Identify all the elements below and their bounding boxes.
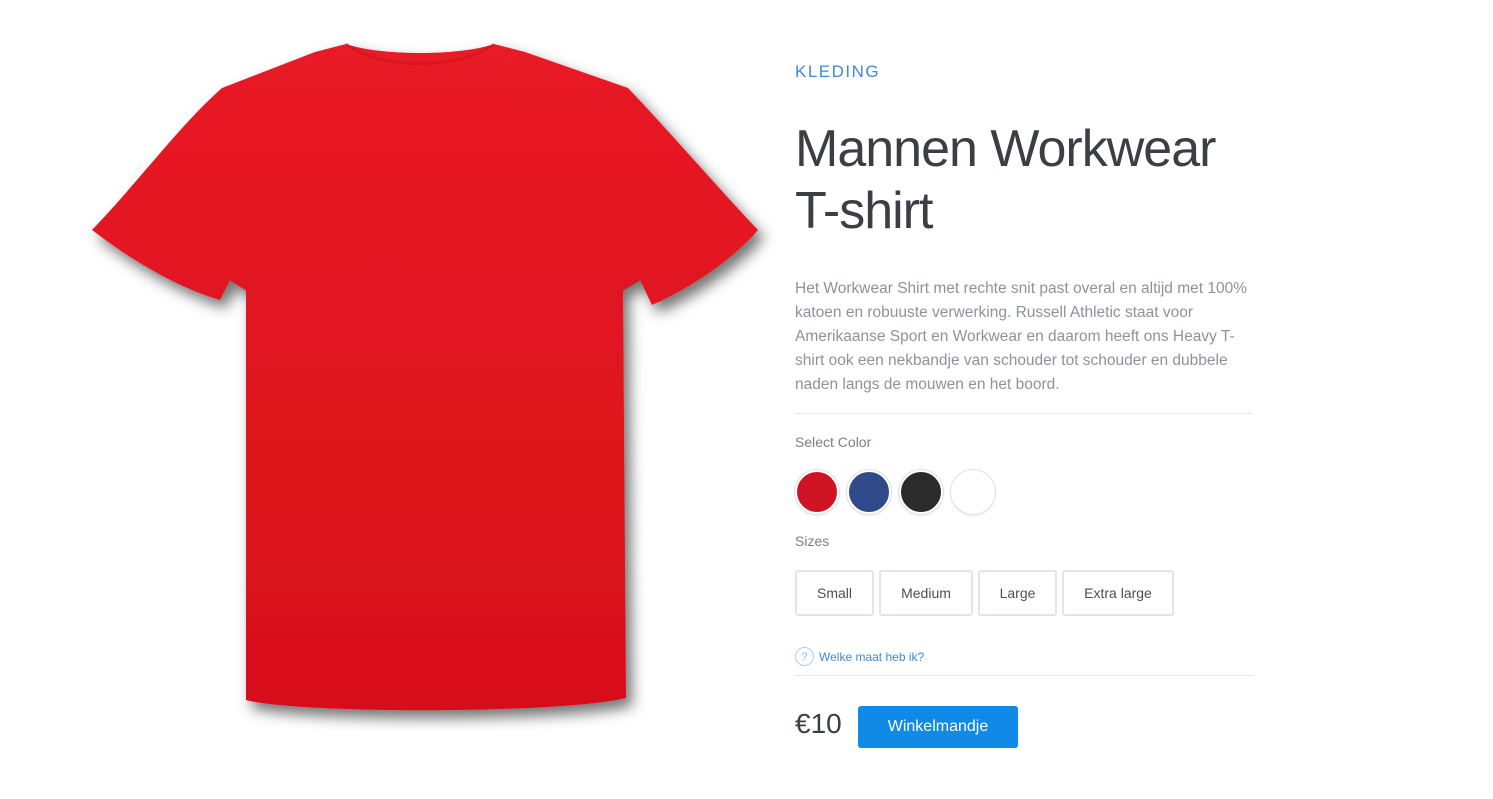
product-description: Het Workwear Shirt met rechte snit past … — [795, 280, 1247, 393]
size-button-medium[interactable]: Medium — [879, 570, 973, 616]
product-price: €10 — [795, 708, 842, 739]
divider — [795, 413, 1252, 414]
question-circle-icon: ? — [795, 647, 814, 666]
color-swatch-red[interactable] — [795, 470, 839, 514]
select-color-label: Select Color — [795, 434, 872, 450]
tshirt-image — [92, 42, 758, 711]
add-to-cart-button[interactable]: Winkelmandje — [858, 706, 1018, 748]
size-options: Small Medium Large Extra large — [795, 570, 1174, 616]
sizes-label: Sizes — [795, 533, 830, 549]
product-page: KLEDING Mannen Workwear T-shirt Het Work… — [0, 0, 1493, 799]
size-button-extra-large[interactable]: Extra large — [1062, 570, 1174, 616]
divider — [795, 675, 1252, 676]
size-button-small[interactable]: Small — [795, 570, 874, 616]
color-swatch-white[interactable] — [951, 470, 995, 514]
product-title: Mannen Workwear T-shirt — [795, 120, 1216, 240]
color-swatches — [795, 470, 995, 514]
size-button-large[interactable]: Large — [978, 570, 1057, 616]
size-help-text[interactable]: Welke maat heb ik? — [819, 650, 924, 664]
color-swatch-black[interactable] — [899, 470, 943, 514]
size-help-link[interactable]: ? Welke maat heb ik? — [795, 647, 924, 666]
product-category[interactable]: KLEDING — [795, 62, 880, 82]
color-swatch-navy[interactable] — [847, 470, 891, 514]
product-image — [80, 30, 780, 730]
